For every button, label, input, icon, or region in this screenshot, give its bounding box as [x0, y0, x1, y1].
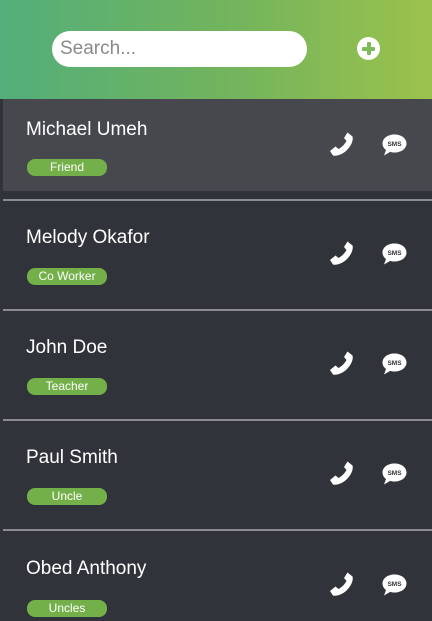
- header-bar: [0, 0, 432, 99]
- svg-text:SMS: SMS: [387, 141, 402, 148]
- contact-row[interactable]: Melody Okafor Co Worker SMS: [3, 201, 432, 309]
- sms-bubble-icon[interactable]: SMS: [381, 352, 408, 376]
- phone-icon[interactable]: [329, 571, 355, 597]
- contact-name: Obed Anthony: [26, 558, 147, 579]
- phone-icon[interactable]: [329, 460, 355, 486]
- add-contact-icon[interactable]: [357, 37, 380, 60]
- svg-text:SMS: SMS: [387, 581, 402, 588]
- contact-tag: Co Worker: [27, 268, 107, 285]
- contact-name: Michael Umeh: [26, 119, 148, 140]
- search-input[interactable]: [60, 38, 297, 60]
- contact-tag: Uncles: [27, 600, 107, 617]
- phone-icon[interactable]: [329, 350, 355, 376]
- contact-tag: Friend: [27, 159, 107, 176]
- contact-name: John Doe: [26, 337, 108, 358]
- contact-name: Melody Okafor: [26, 227, 150, 248]
- sms-bubble-icon[interactable]: SMS: [381, 573, 408, 597]
- phone-icon[interactable]: [329, 131, 355, 157]
- search-box[interactable]: [52, 31, 307, 67]
- contact-name: Paul Smith: [26, 447, 118, 468]
- contact-list: Michael Umeh Friend SMS Melody Okafor Co…: [3, 99, 432, 621]
- contact-tag: Teacher: [27, 378, 107, 395]
- contact-row[interactable]: Michael Umeh Friend SMS: [3, 99, 432, 191]
- svg-text:SMS: SMS: [387, 360, 402, 367]
- svg-text:SMS: SMS: [387, 250, 402, 257]
- contact-row[interactable]: John Doe Teacher SMS: [3, 311, 432, 419]
- phone-icon[interactable]: [329, 240, 355, 266]
- svg-text:SMS: SMS: [387, 470, 402, 477]
- contact-row[interactable]: Paul Smith Uncle SMS: [3, 421, 432, 529]
- sms-bubble-icon[interactable]: SMS: [381, 242, 408, 266]
- sms-bubble-icon[interactable]: SMS: [381, 462, 408, 486]
- sms-bubble-icon[interactable]: SMS: [381, 133, 408, 157]
- contact-row[interactable]: Obed Anthony Uncles SMS: [3, 531, 432, 621]
- contacts-app: Michael Umeh Friend SMS Melody Okafor Co…: [0, 0, 432, 621]
- contact-tag: Uncle: [27, 488, 107, 505]
